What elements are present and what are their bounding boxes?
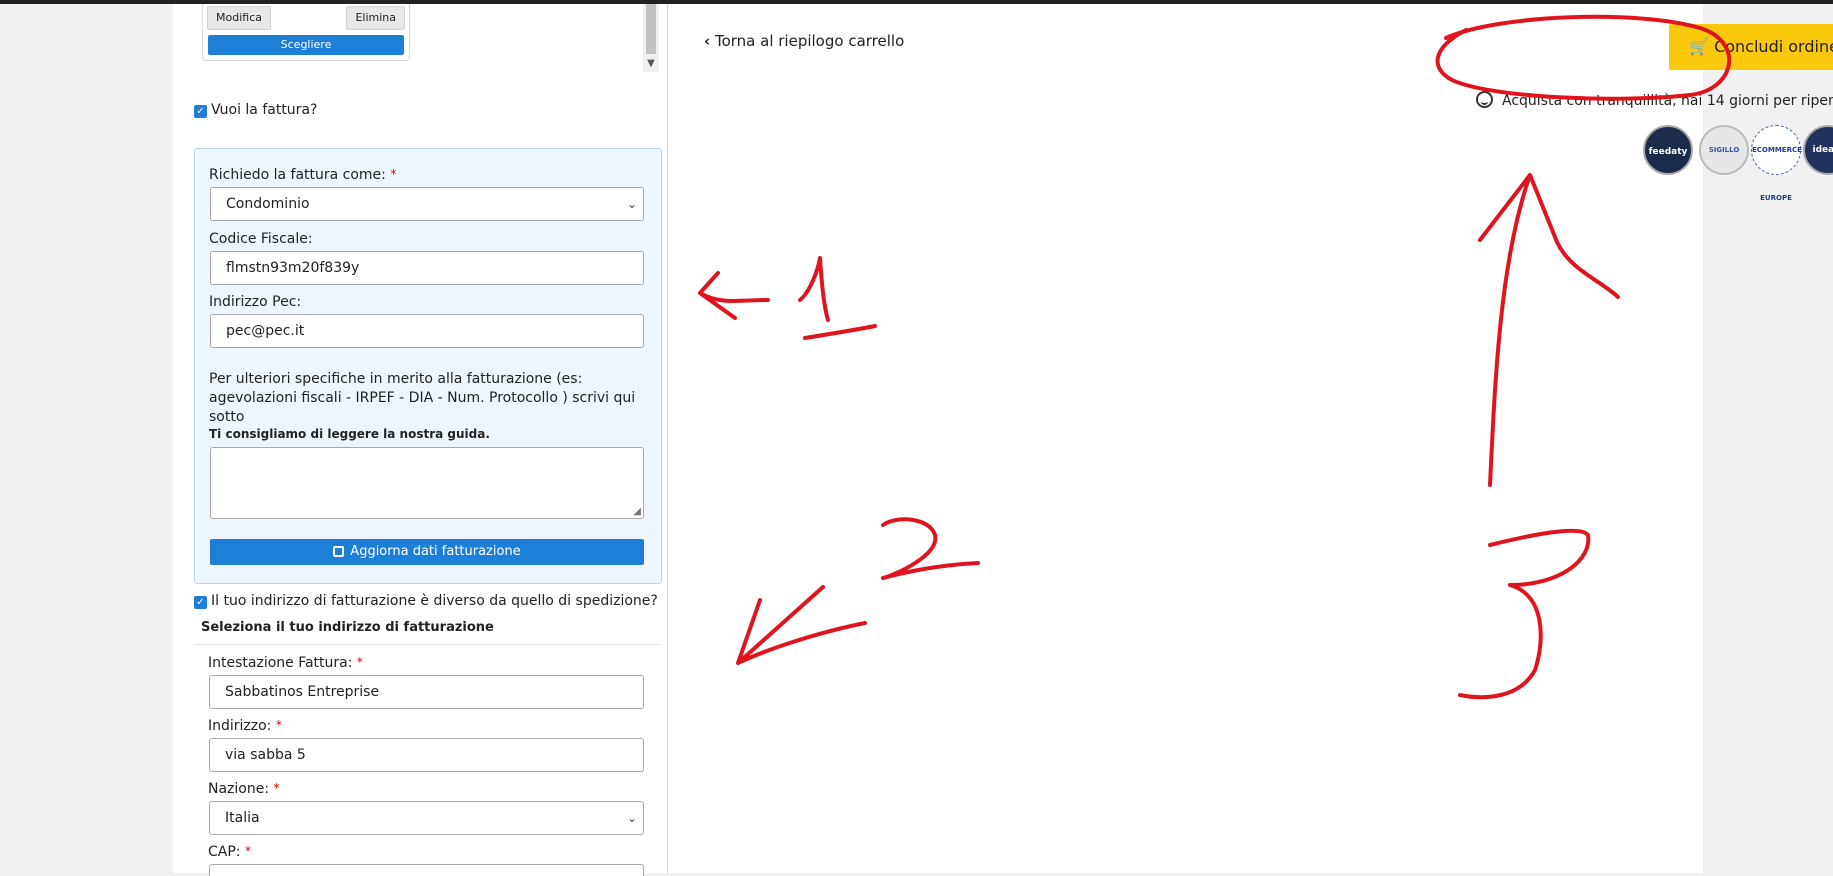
scrollbar-thumb[interactable] — [646, 4, 656, 54]
country-select[interactable]: Italia ⌄ — [209, 801, 644, 835]
complete-order-button[interactable]: 🛒 Concludi ordine — [1669, 24, 1833, 70]
invoice-heading-label: Intestazione Fattura: * — [208, 655, 363, 671]
cap-input[interactable] — [209, 864, 644, 876]
smile-icon — [1476, 91, 1493, 108]
chevron-down-icon: ⌄ — [626, 811, 637, 825]
feedaty-badge[interactable]: feedaty — [1643, 125, 1693, 175]
back-to-cart-label: Torna al riepilogo carrello — [714, 32, 905, 50]
address-label: Indirizzo: * — [208, 718, 282, 734]
chevron-down-icon: ⌄ — [626, 197, 637, 211]
scroll-down-icon[interactable]: ▼ — [644, 57, 658, 71]
delete-address-button[interactable]: Elimina — [346, 6, 405, 30]
pec-input[interactable]: pec@pec.it — [210, 314, 644, 348]
save-icon — [333, 546, 345, 557]
invoice-details-box: Richiedo la fattura come: * Condominio ⌄… — [194, 148, 662, 584]
ecommerce-europe-badge[interactable]: ECOMMERCE EUROPE — [1751, 125, 1802, 202]
request-as-select[interactable]: Condominio ⌄ — [210, 187, 644, 221]
want-invoice-checkbox[interactable]: ✓ — [194, 105, 207, 118]
update-invoice-label: Aggiorna dati fatturazione — [350, 544, 521, 559]
guide-link[interactable]: Ti consigliamo di leggere la nostra guid… — [209, 427, 490, 441]
different-address-checkbox[interactable]: ✓ — [194, 596, 207, 609]
idealo-badge[interactable]: idealo — [1803, 125, 1833, 175]
chevron-left-icon: ‹ — [704, 32, 711, 50]
update-invoice-button[interactable]: Aggiorna dati fatturazione — [210, 539, 644, 565]
checkout-page: Modifica Elimina Scegliere ▼ ✓ Vuoi la f… — [173, 4, 1833, 876]
fiscal-code-input[interactable]: flmstn93m20f839y — [210, 251, 644, 285]
invoice-heading-input[interactable]: Sabbatinos Entreprise — [209, 675, 644, 709]
address-card: Modifica Elimina Scegliere — [202, 4, 410, 61]
edit-address-button[interactable]: Modifica — [207, 6, 271, 30]
want-invoice-label: Vuoi la fattura? — [211, 102, 318, 118]
choose-address-button[interactable]: Scegliere — [208, 35, 404, 55]
complete-order-label: Concludi ordine — [1714, 37, 1833, 56]
divider — [194, 644, 660, 645]
country-label: Nazione: * — [208, 781, 280, 797]
pec-label: Indirizzo Pec: — [209, 294, 302, 310]
billing-section-title: Seleziona il tuo indirizzo di fatturazio… — [201, 620, 494, 635]
guarantee-text: Acquista con tranquillità, hai 14 giorni… — [1476, 91, 1833, 109]
right-column: ‹ Torna al riepilogo carrello 🛒 Concludi… — [668, 4, 1833, 873]
left-column: Modifica Elimina Scegliere ▼ ✓ Vuoi la f… — [173, 4, 668, 876]
invoice-notes-info: Per ulteriori specifiche in merito alla … — [209, 371, 636, 425]
request-as-label: Richiedo la fattura come: * — [209, 167, 397, 183]
fiscal-code-label: Codice Fiscale: — [209, 231, 313, 247]
resize-handle-icon[interactable]: ◢ — [633, 507, 641, 517]
cap-label: CAP: * — [208, 844, 251, 860]
invoice-notes-textarea[interactable]: ◢ — [210, 447, 644, 519]
different-address-label: Il tuo indirizzo di fatturazione è diver… — [211, 593, 658, 609]
address-input[interactable]: via sabba 5 — [209, 738, 644, 772]
cart-icon: 🛒 — [1689, 37, 1709, 56]
back-to-cart-link[interactable]: ‹ Torna al riepilogo carrello — [704, 32, 904, 50]
seal-badge[interactable]: SIGILLO — [1699, 125, 1749, 175]
